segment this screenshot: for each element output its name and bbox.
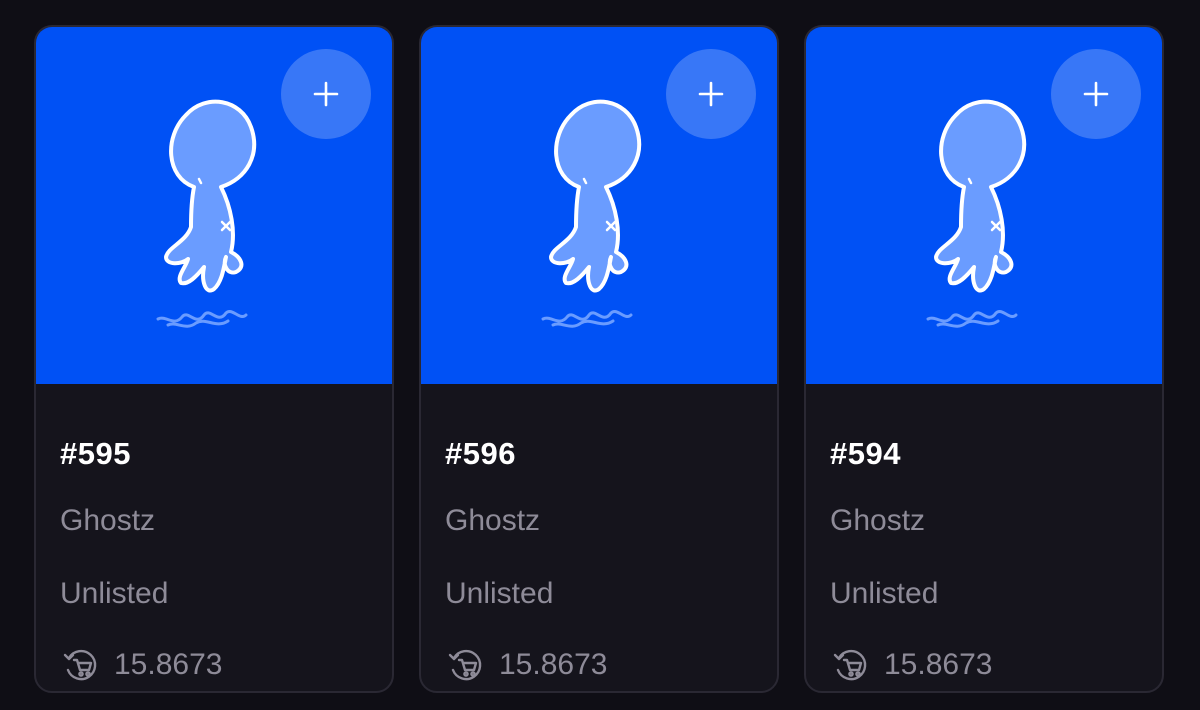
plus-icon <box>313 81 339 107</box>
nft-card-grid: #595 Ghostz Unlisted 15.8673 #596 Ghostz… <box>0 0 1200 710</box>
last-sale-price: 15.8673 <box>832 646 992 684</box>
listing-status: Unlisted <box>445 577 554 610</box>
nft-image[interactable] <box>421 27 777 384</box>
token-id[interactable]: #596 <box>445 436 516 472</box>
collection-name[interactable]: Ghostz <box>830 504 925 538</box>
last-sale-price: 15.8673 <box>62 646 222 684</box>
cart-refresh-icon <box>63 649 97 681</box>
add-to-cart-button[interactable] <box>281 49 371 139</box>
add-to-cart-button[interactable] <box>666 49 756 139</box>
nft-card[interactable]: #596 Ghostz Unlisted 15.8673 <box>419 25 779 693</box>
token-id[interactable]: #595 <box>60 436 131 472</box>
nft-image[interactable] <box>36 27 392 384</box>
last-sale-price: 15.8673 <box>447 646 607 684</box>
plus-icon <box>698 81 724 107</box>
token-id[interactable]: #594 <box>830 436 901 472</box>
plus-icon <box>1083 81 1109 107</box>
cart-refresh-icon <box>448 649 482 681</box>
nft-image[interactable] <box>806 27 1162 384</box>
nft-card[interactable]: #595 Ghostz Unlisted 15.8673 <box>34 25 394 693</box>
price-value: 15.8673 <box>499 648 608 681</box>
cart-refresh-icon <box>833 649 867 681</box>
price-value: 15.8673 <box>114 648 223 681</box>
collection-name[interactable]: Ghostz <box>445 504 540 538</box>
listing-status: Unlisted <box>830 577 939 610</box>
nft-card[interactable]: #594 Ghostz Unlisted 15.8673 <box>804 25 1164 693</box>
listing-status: Unlisted <box>60 577 169 610</box>
price-value: 15.8673 <box>884 648 993 681</box>
collection-name[interactable]: Ghostz <box>60 504 155 538</box>
add-to-cart-button[interactable] <box>1051 49 1141 139</box>
